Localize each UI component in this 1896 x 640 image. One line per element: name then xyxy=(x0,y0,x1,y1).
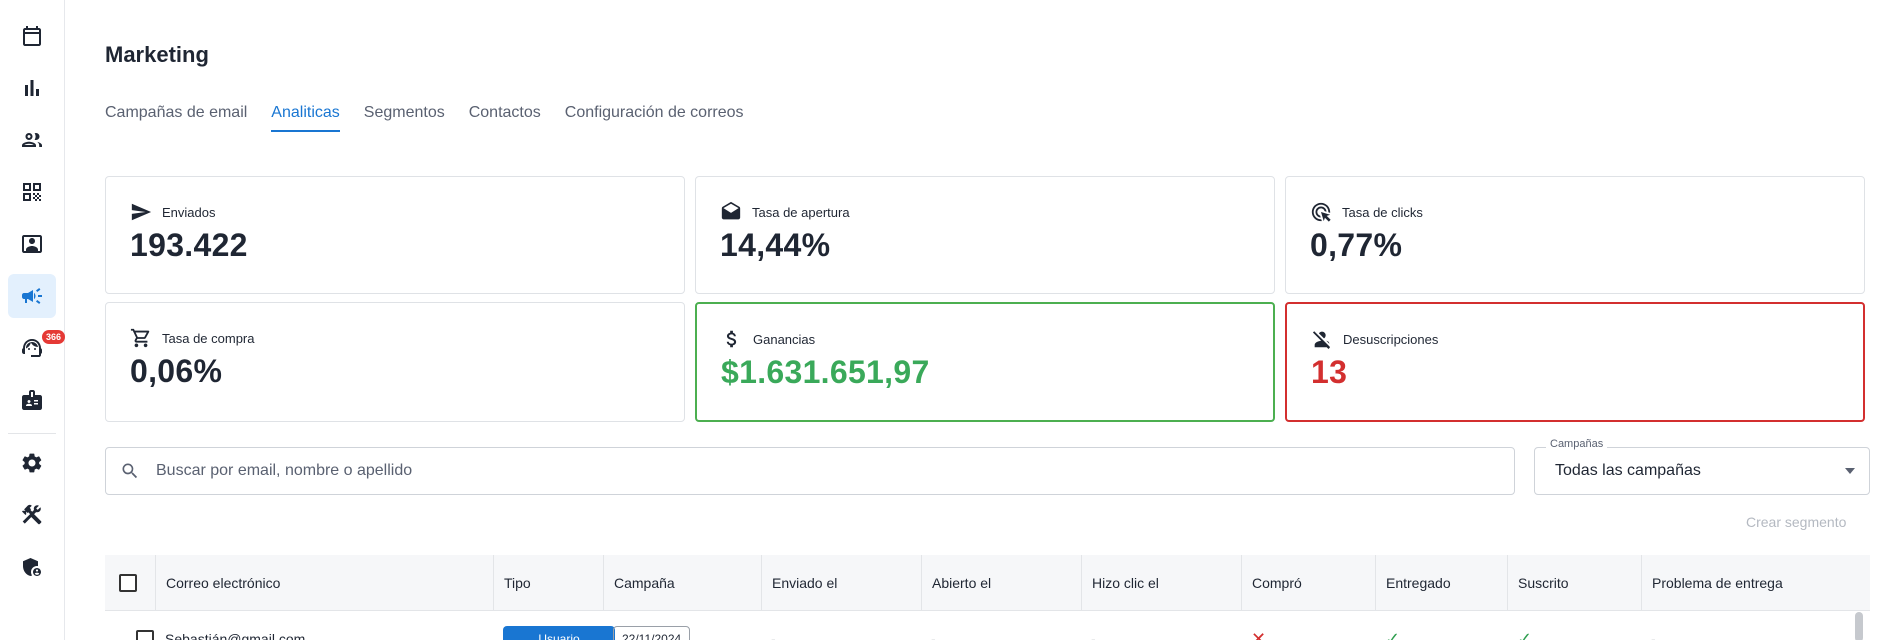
row-delivered: ✓ xyxy=(1375,611,1400,640)
open-mail-icon xyxy=(721,201,741,220)
megaphone-icon xyxy=(22,288,42,304)
row-bought: ✕ xyxy=(1241,611,1266,640)
sidebar-divider xyxy=(8,433,56,434)
stat-card-earnings: Ganancias $1.631.651,97 xyxy=(695,302,1275,422)
sidebar-item-calendar[interactable] xyxy=(8,14,56,58)
campaign-select[interactable]: Todas las campañas xyxy=(1534,447,1870,495)
settings-icon xyxy=(22,453,42,473)
select-all-checkbox[interactable] xyxy=(119,574,137,592)
search-box[interactable] xyxy=(105,447,1515,495)
stat-label: Tasa de compra xyxy=(162,330,255,346)
badge-icon xyxy=(22,390,42,410)
stat-value: 13 xyxy=(1311,354,1348,390)
row-type-cell: Usuario xyxy=(493,611,615,640)
sidebar-item-settings[interactable] xyxy=(8,441,56,485)
qr-code-icon xyxy=(23,183,41,201)
row-subscribed: ✓ xyxy=(1507,611,1532,640)
support-agent-icon xyxy=(22,339,42,357)
sidebar-item-badge[interactable] xyxy=(8,378,56,422)
campaign-select-label: Campañas xyxy=(1546,438,1608,450)
notification-badge: 366 xyxy=(42,330,66,344)
column-header-subscribed[interactable]: Suscrito xyxy=(1507,555,1641,611)
caret-down-icon xyxy=(1845,468,1855,474)
search-icon xyxy=(122,463,138,479)
create-segment-button[interactable]: Crear segmento xyxy=(1746,514,1846,530)
row-clicked-on: - xyxy=(1091,631,1096,640)
column-header-sent-on[interactable]: Enviado el xyxy=(761,555,921,611)
send-icon xyxy=(131,203,152,221)
stat-label: Enviados xyxy=(162,204,216,220)
stat-value: 0,06% xyxy=(130,353,223,389)
table-header: Correo electrónico Tipo Campaña Enviado … xyxy=(105,555,1870,611)
sidebar-item-tools[interactable] xyxy=(8,493,56,537)
check-icon: ✓ xyxy=(1385,628,1401,640)
row-sent-on: - xyxy=(771,631,776,640)
sidebar-item-support[interactable]: 366 xyxy=(8,326,66,370)
stat-label: Ganancias xyxy=(753,331,816,347)
cross-icon: ✕ xyxy=(1251,628,1267,640)
search-input[interactable] xyxy=(156,462,1456,480)
column-header-opened-on[interactable]: Abierto el xyxy=(921,555,1081,611)
stat-label: Tasa de clicks xyxy=(1342,204,1423,220)
column-header-email[interactable]: Correo electrónico xyxy=(155,555,493,611)
tab-email-campaigns[interactable]: Campañas de email xyxy=(105,104,247,132)
sidebar-item-people[interactable] xyxy=(8,118,56,162)
select-all-cell xyxy=(109,555,159,611)
sidebar-item-security[interactable] xyxy=(8,545,56,589)
contact-card-icon xyxy=(22,235,42,253)
stat-card-unsubscribes: Desuscripciones 13 xyxy=(1285,302,1865,422)
page-title: Marketing xyxy=(105,42,209,67)
row-email: Sebastián@gmail.com xyxy=(165,631,306,640)
table-row[interactable]: Sebastián@gmail.com Usuario 22/11/2024 -… xyxy=(105,611,1870,640)
tab-analytics[interactable]: Analiticas xyxy=(271,104,340,132)
sidebar: 366 xyxy=(0,0,66,640)
stat-label: Tasa de apertura xyxy=(752,204,850,220)
table-scrollbar[interactable] xyxy=(1855,612,1863,640)
row-campaign-cell: 22/11/2024 xyxy=(603,611,691,640)
sidebar-item-qr[interactable] xyxy=(8,170,56,214)
people-icon xyxy=(22,133,42,147)
sidebar-item-marketing[interactable] xyxy=(8,274,56,318)
calendar-icon xyxy=(23,26,41,46)
tab-contacts[interactable]: Contactos xyxy=(469,104,541,132)
tab-bar: Campañas de email Analiticas Segmentos C… xyxy=(105,104,744,132)
column-header-delivery-problem[interactable]: Problema de entrega xyxy=(1641,555,1870,611)
sidebar-item-contact-card[interactable] xyxy=(8,222,56,266)
column-header-clicked-on[interactable]: Hizo clic el xyxy=(1081,555,1241,611)
type-chip: Usuario xyxy=(503,626,615,640)
check-icon: ✓ xyxy=(1517,628,1533,640)
stat-card-sent: Enviados 193.422 xyxy=(105,176,685,294)
column-header-bought[interactable]: Compró xyxy=(1241,555,1375,611)
stat-value: 0,77% xyxy=(1310,227,1403,263)
stat-value: $1.631.651,97 xyxy=(721,354,930,390)
campaign-chip: 22/11/2024 xyxy=(613,626,691,640)
stat-card-click-rate: Tasa de clicks 0,77% xyxy=(1285,176,1865,294)
column-header-type[interactable]: Tipo xyxy=(493,555,603,611)
dollar-icon xyxy=(726,330,737,348)
cart-icon xyxy=(130,328,150,348)
bar-chart-icon xyxy=(25,80,39,96)
sidebar-item-analytics[interactable] xyxy=(8,66,56,110)
row-opened-on: - xyxy=(931,631,936,640)
stat-card-purchase-rate: Tasa de compra 0,06% xyxy=(105,302,685,422)
click-icon xyxy=(1311,202,1331,222)
row-delivery-problem: - xyxy=(1651,631,1656,640)
tools-icon xyxy=(22,504,42,525)
stat-value: 14,44% xyxy=(720,227,831,263)
campaign-select-value: Todas las campañas xyxy=(1555,462,1701,479)
column-header-campaign[interactable]: Campaña xyxy=(603,555,761,611)
stat-card-open-rate: Tasa de apertura 14,44% xyxy=(695,176,1275,294)
row-checkbox[interactable] xyxy=(136,630,154,640)
stat-value: 193.422 xyxy=(130,227,248,263)
column-header-delivered[interactable]: Entregado xyxy=(1375,555,1507,611)
shield-settings-icon xyxy=(23,558,41,576)
person-off-icon xyxy=(1312,331,1330,349)
stat-label: Desuscripciones xyxy=(1343,331,1439,347)
tab-segments[interactable]: Segmentos xyxy=(364,104,445,132)
row-select-cell xyxy=(126,611,154,640)
tab-email-settings[interactable]: Configuración de correos xyxy=(565,104,744,132)
